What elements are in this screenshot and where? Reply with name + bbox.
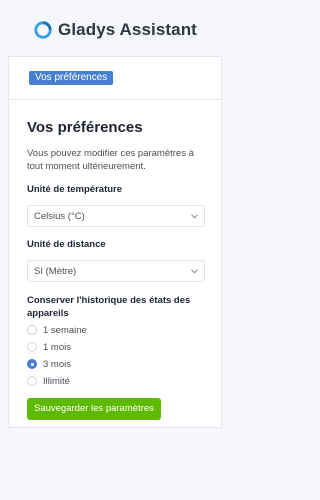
radio-button-selected[interactable] bbox=[27, 359, 37, 369]
history-option-3-months[interactable]: 3 mois bbox=[27, 357, 207, 371]
history-option-label: Illimité bbox=[43, 375, 70, 387]
history-option-1-week[interactable]: 1 semaine bbox=[27, 323, 207, 337]
distance-label: Unité de distance bbox=[27, 239, 106, 250]
gladys-logo-icon bbox=[34, 21, 52, 39]
history-option-label: 1 semaine bbox=[43, 324, 87, 336]
distance-value: SI (Mètre) bbox=[34, 265, 77, 277]
temperature-select[interactable]: Celsius (°C) bbox=[27, 205, 205, 227]
radio-button[interactable] bbox=[27, 376, 37, 386]
preferences-card: Vos préférences Vos préférences Vous pou… bbox=[8, 56, 222, 428]
save-button[interactable]: Sauvegarder les paramètres bbox=[27, 398, 161, 420]
app-title: Gladys Assistant bbox=[58, 20, 197, 39]
history-group: Conserver l'historique des états des app… bbox=[27, 294, 207, 388]
page-description: Vous pouvez modifier ces paramètres à to… bbox=[27, 148, 194, 172]
temperature-group: Unité de température Celsius (°C) bbox=[27, 184, 207, 227]
temperature-label: Unité de température bbox=[27, 184, 123, 195]
history-option-unlimited[interactable]: Illimité bbox=[27, 374, 207, 388]
distance-group: Unité de distance SI (Mètre) bbox=[27, 239, 207, 282]
chevron-down-icon bbox=[191, 213, 198, 218]
card-header: Vos préférences bbox=[9, 57, 221, 100]
radio-button[interactable] bbox=[27, 342, 37, 352]
card-body: Vos préférences Vous pouvez modifier ces… bbox=[27, 119, 207, 420]
temperature-value: Celsius (°C) bbox=[34, 210, 85, 222]
step-badge: Vos préférences bbox=[29, 71, 114, 85]
distance-select[interactable]: SI (Mètre) bbox=[27, 260, 205, 282]
radio-button[interactable] bbox=[27, 325, 37, 335]
brand-header: Gladys Assistant bbox=[0, 17, 231, 43]
history-option-1-month[interactable]: 1 mois bbox=[27, 340, 207, 354]
history-option-label: 3 mois bbox=[43, 358, 71, 370]
history-option-label: 1 mois bbox=[43, 341, 71, 353]
chevron-down-icon bbox=[191, 268, 198, 273]
page-title: Vos préférences bbox=[27, 119, 143, 136]
history-label: Conserver l'historique des états des app… bbox=[27, 295, 191, 319]
history-options: 1 semaine 1 mois 3 mois Illimité bbox=[27, 323, 207, 388]
